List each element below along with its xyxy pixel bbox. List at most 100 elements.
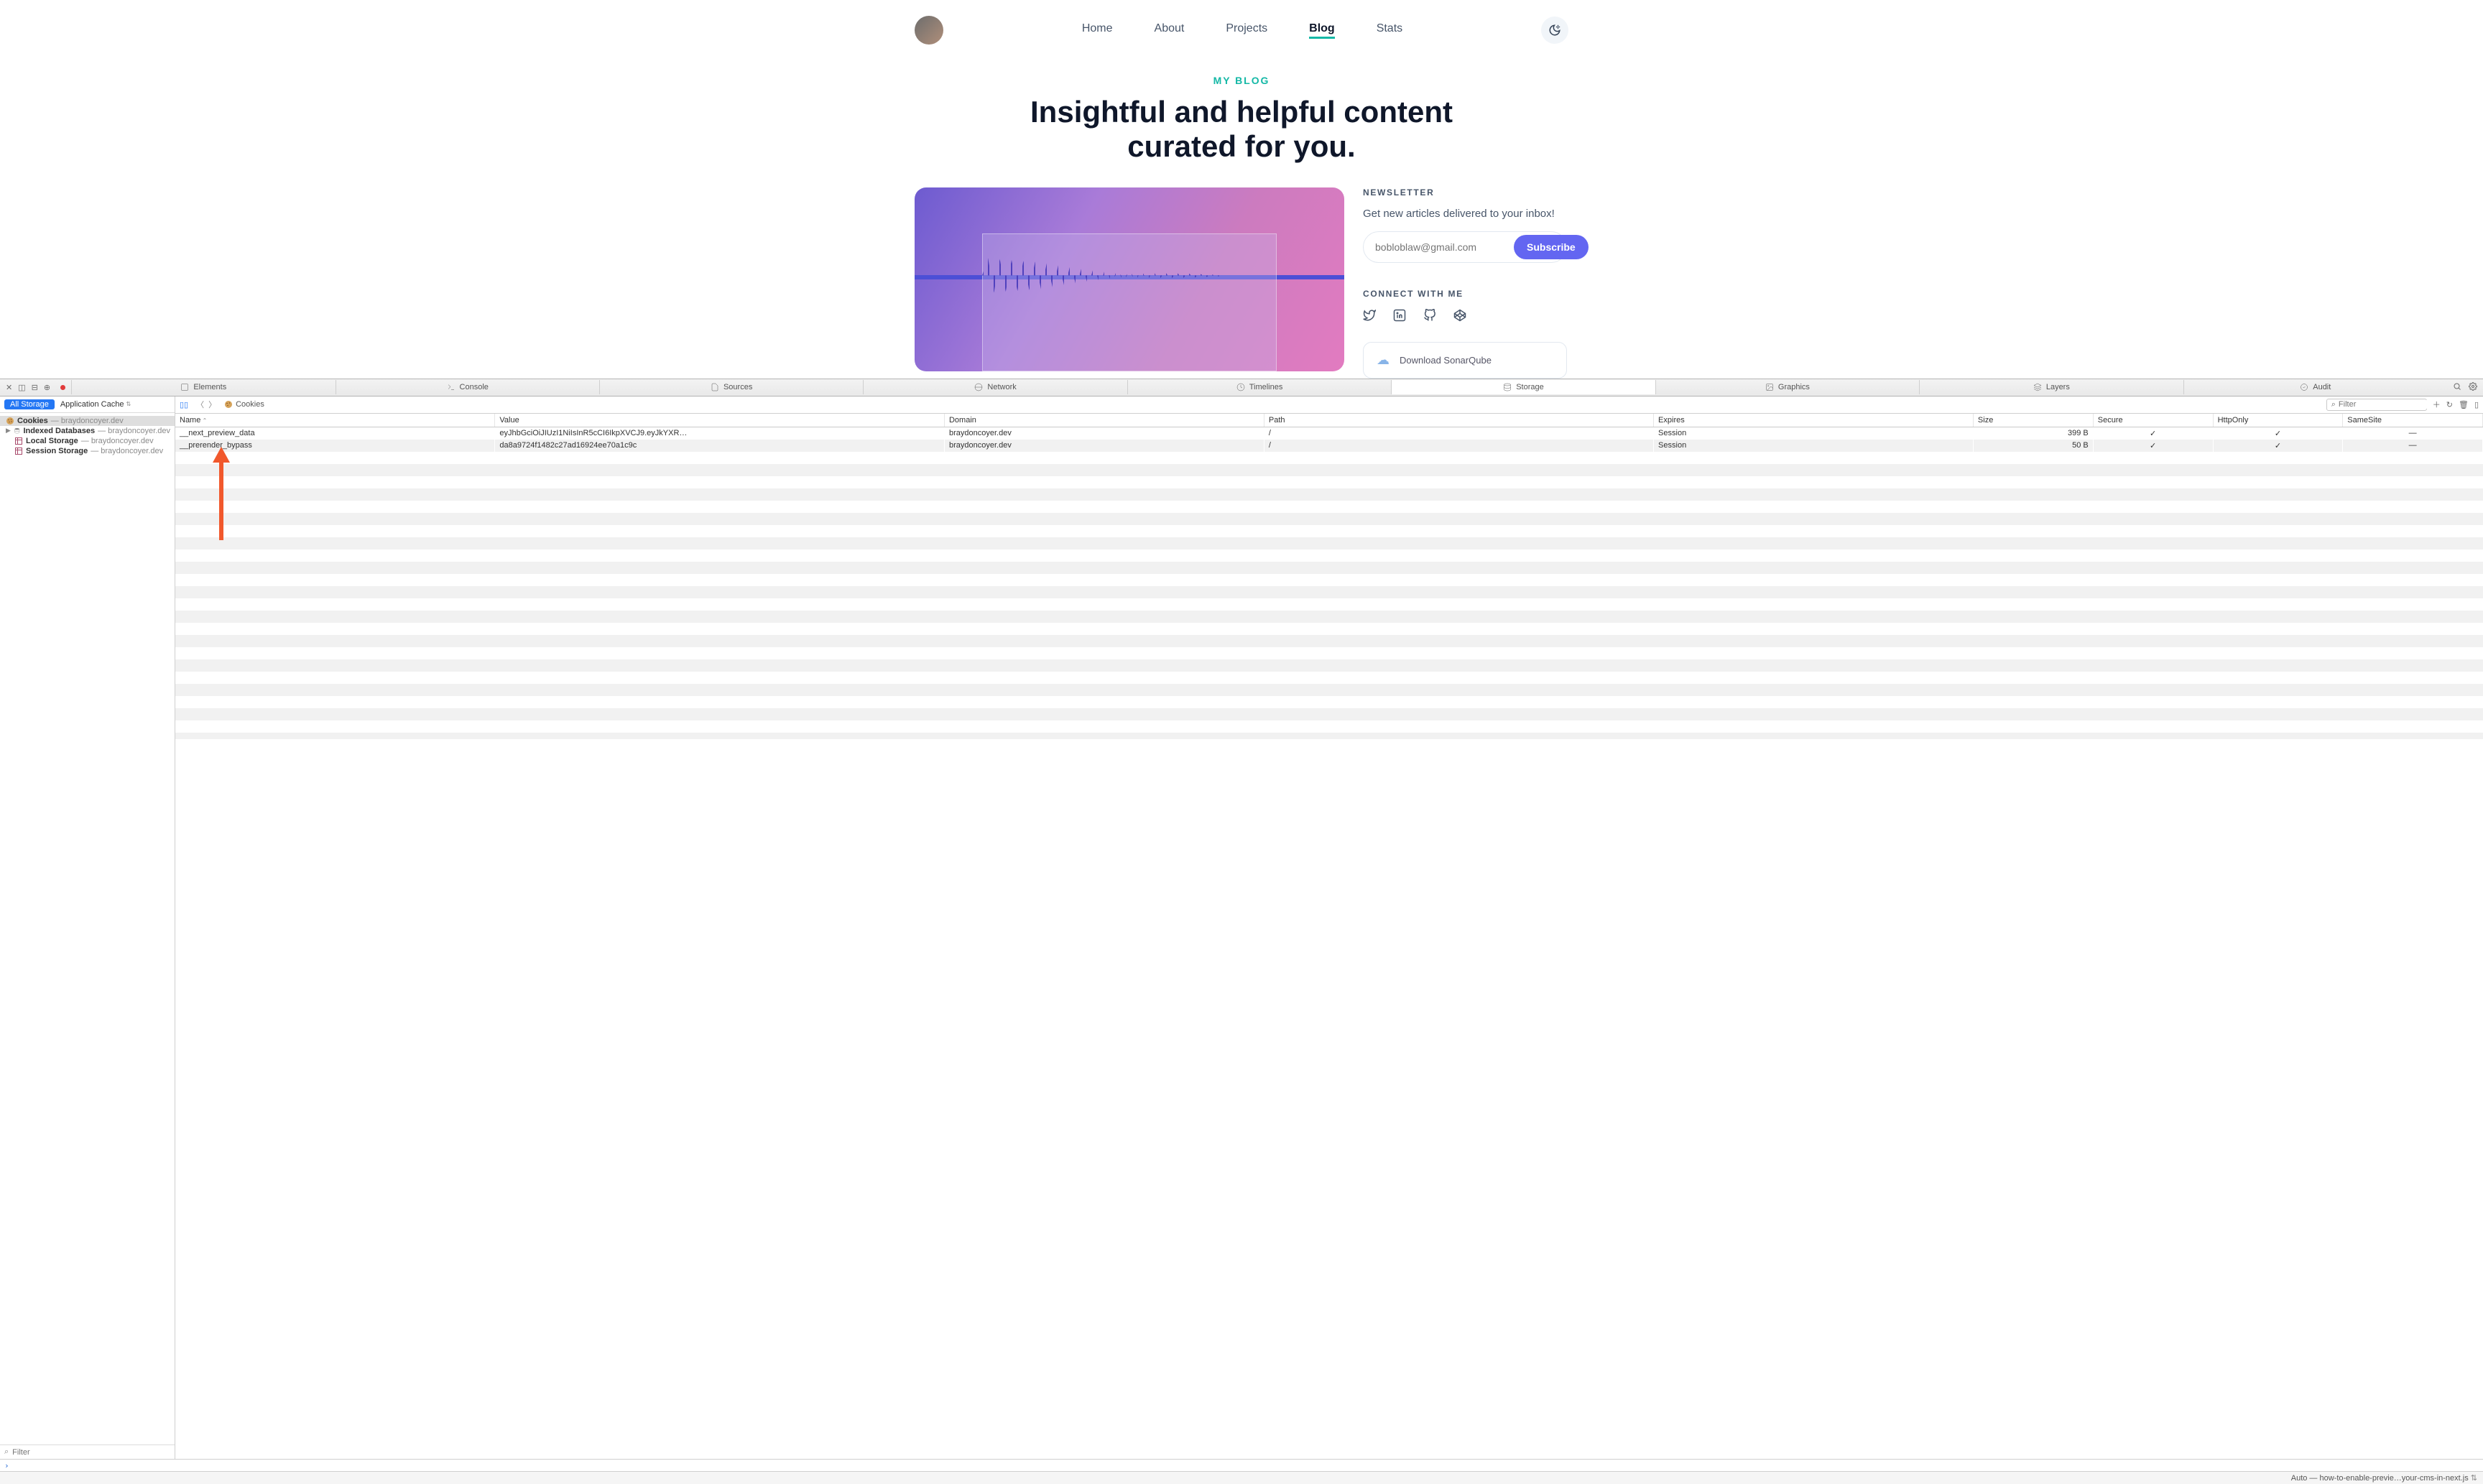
refresh-icon[interactable]: ↻: [2446, 400, 2453, 409]
audit-icon: [2300, 383, 2308, 391]
tree-indexeddb[interactable]: ▶ Indexed Databases — braydoncoyer.dev: [0, 426, 175, 436]
search-icon[interactable]: [2453, 382, 2461, 393]
table-row[interactable]: __next_preview_dataeyJhbGciOiJIUzI1NiIsI…: [175, 427, 2483, 440]
tab-sources[interactable]: Sources: [599, 380, 863, 394]
email-field[interactable]: [1367, 236, 1514, 259]
network-icon: [974, 383, 983, 391]
tree-session-label: Session Storage: [26, 447, 88, 455]
col-expires[interactable]: Expires: [1654, 414, 1974, 427]
tab-audit[interactable]: Audit: [2183, 380, 2447, 394]
filter-icon: ⌕: [4, 1447, 9, 1457]
theme-toggle-button[interactable]: [1541, 17, 1568, 44]
col-name[interactable]: Name: [175, 414, 495, 427]
linkedin-icon[interactable]: [1393, 309, 1406, 322]
add-icon[interactable]: ＋: [2433, 399, 2441, 410]
error-badge[interactable]: [60, 385, 65, 390]
filter-icon: ⌕: [2331, 400, 2336, 409]
nav-links: Home About Projects Blog Stats: [1082, 22, 1402, 39]
devtools-tabbar: ✕ ◫ ⊟ ⊕ Elements Console Sources Network…: [0, 379, 2483, 396]
connect-title: CONNECT WITH ME: [1363, 289, 1568, 299]
subtab-all-storage[interactable]: All Storage: [4, 399, 55, 409]
ad-text: Download SonarQube: [1400, 355, 1492, 366]
target-icon[interactable]: ⊕: [44, 383, 50, 392]
tree-cookies-label: Cookies: [17, 417, 48, 425]
twitter-icon[interactable]: [1363, 309, 1376, 322]
col-path[interactable]: Path: [1264, 414, 1653, 427]
col-secure[interactable]: Secure: [2093, 414, 2213, 427]
sidebar: NEWSLETTER Get new articles delivered to…: [1363, 187, 1568, 379]
subscribe-button[interactable]: Subscribe: [1514, 235, 1589, 259]
col-domain[interactable]: Domain: [944, 414, 1264, 427]
tab-console[interactable]: Console: [336, 380, 599, 394]
codepen-icon[interactable]: [1453, 309, 1466, 322]
toggle-sidebar-icon[interactable]: ▯▯: [180, 400, 188, 409]
breadcrumb: Cookies: [224, 400, 264, 409]
nav-blog[interactable]: Blog: [1309, 22, 1335, 39]
cloud-icon: ☁︎: [1377, 353, 1390, 368]
tree-cookies[interactable]: Cookies — braydoncoyer.dev: [0, 416, 175, 426]
ad-card[interactable]: ☁︎ Download SonarQube: [1363, 342, 1567, 379]
subtab-app-cache[interactable]: Application Cache⇅: [60, 400, 131, 409]
status-bar: Auto — how-to-enable-previe…your-cms-in-…: [0, 1471, 2483, 1484]
storage-icon: [1503, 383, 1512, 391]
hero-eyebrow: MY BLOG: [915, 75, 1568, 86]
site-nav: Home About Projects Blog Stats: [915, 0, 1568, 57]
col-size[interactable]: Size: [1973, 414, 2093, 427]
subscribe-form: Subscribe: [1363, 231, 1567, 263]
devtools: ✕ ◫ ⊟ ⊕ Elements Console Sources Network…: [0, 379, 2483, 1484]
graphics-icon: [1765, 383, 1774, 391]
tab-graphics[interactable]: Graphics: [1655, 380, 1919, 394]
col-value[interactable]: Value: [495, 414, 945, 427]
nav-projects[interactable]: Projects: [1226, 22, 1267, 39]
content-toolbar: ▯▯ 〈〉 Cookies ⌕ ＋ ↻ 🗑 ▯: [175, 396, 2483, 414]
cookie-icon: [6, 417, 14, 425]
status-text: Auto — how-to-enable-previe…your-cms-in-…: [2291, 1474, 2469, 1483]
tree-idb-domain: braydoncoyer.dev: [108, 427, 170, 435]
github-icon[interactable]: [1423, 309, 1436, 322]
tree-session-domain: braydoncoyer.dev: [101, 447, 163, 455]
console-icon: [447, 383, 456, 391]
cookies-grid: Name Value Domain Path Expires Size Secu…: [175, 414, 2483, 1459]
sidebar-filter[interactable]: ⌕: [0, 1444, 175, 1459]
nav-about[interactable]: About: [1155, 22, 1185, 39]
sidebar-filter-input[interactable]: [12, 1448, 170, 1457]
hero-headline-l2: curated for you.: [1127, 129, 1355, 163]
detail-pane-icon[interactable]: ▯: [2474, 400, 2479, 409]
hero: MY BLOG Insightful and helpful content c…: [915, 57, 1568, 187]
col-httponly[interactable]: HttpOnly: [2213, 414, 2343, 427]
tab-elements[interactable]: Elements: [71, 380, 335, 394]
newsletter-title: NEWSLETTER: [1363, 187, 1568, 198]
chevron-up-down-icon[interactable]: ⇅: [2471, 1474, 2477, 1483]
nav-stats[interactable]: Stats: [1377, 22, 1402, 39]
dock-bottom-icon[interactable]: ⊟: [32, 383, 38, 392]
sources-icon: [711, 383, 719, 391]
tab-network[interactable]: Network: [863, 380, 1127, 394]
layers-icon: [2033, 383, 2042, 391]
tab-layers[interactable]: Layers: [1919, 380, 2183, 394]
tree-localstorage[interactable]: Local Storage — braydoncoyer.dev: [0, 436, 175, 446]
console-prompt[interactable]: ›: [0, 1459, 2483, 1471]
tree-sessionstorage[interactable]: Session Storage — braydoncoyer.dev: [0, 446, 175, 456]
close-icon[interactable]: ✕: [6, 383, 12, 392]
table-icon: [14, 437, 23, 445]
nav-home[interactable]: Home: [1082, 22, 1113, 39]
gear-icon[interactable]: [2469, 382, 2477, 393]
storage-sidebar: All Storage Application Cache⇅ Cookies —…: [0, 396, 175, 1459]
featured-image[interactable]: [915, 187, 1344, 371]
tab-timelines[interactable]: Timelines: [1127, 380, 1391, 394]
col-samesite[interactable]: SameSite: [2343, 414, 2483, 427]
table-row[interactable]: __prerender_bypassda8a9724f1482c27ad1692…: [175, 440, 2483, 452]
forward-icon[interactable]: 〉: [206, 401, 218, 409]
table-icon: [14, 447, 23, 455]
tree-local-label: Local Storage: [26, 437, 78, 445]
tree-idb-label: Indexed Databases: [23, 427, 95, 435]
avatar[interactable]: [915, 16, 943, 45]
cookies-filter-input[interactable]: [2339, 400, 2441, 409]
back-icon[interactable]: 〈: [194, 401, 206, 409]
dock-side-icon[interactable]: ◫: [18, 383, 25, 392]
tree-local-domain: braydoncoyer.dev: [91, 437, 154, 445]
newsletter-blurb: Get new articles delivered to your inbox…: [1363, 208, 1568, 220]
tab-storage[interactable]: Storage: [1391, 380, 1655, 394]
trash-icon[interactable]: 🗑: [2459, 400, 2469, 409]
elements-icon: [180, 383, 189, 391]
